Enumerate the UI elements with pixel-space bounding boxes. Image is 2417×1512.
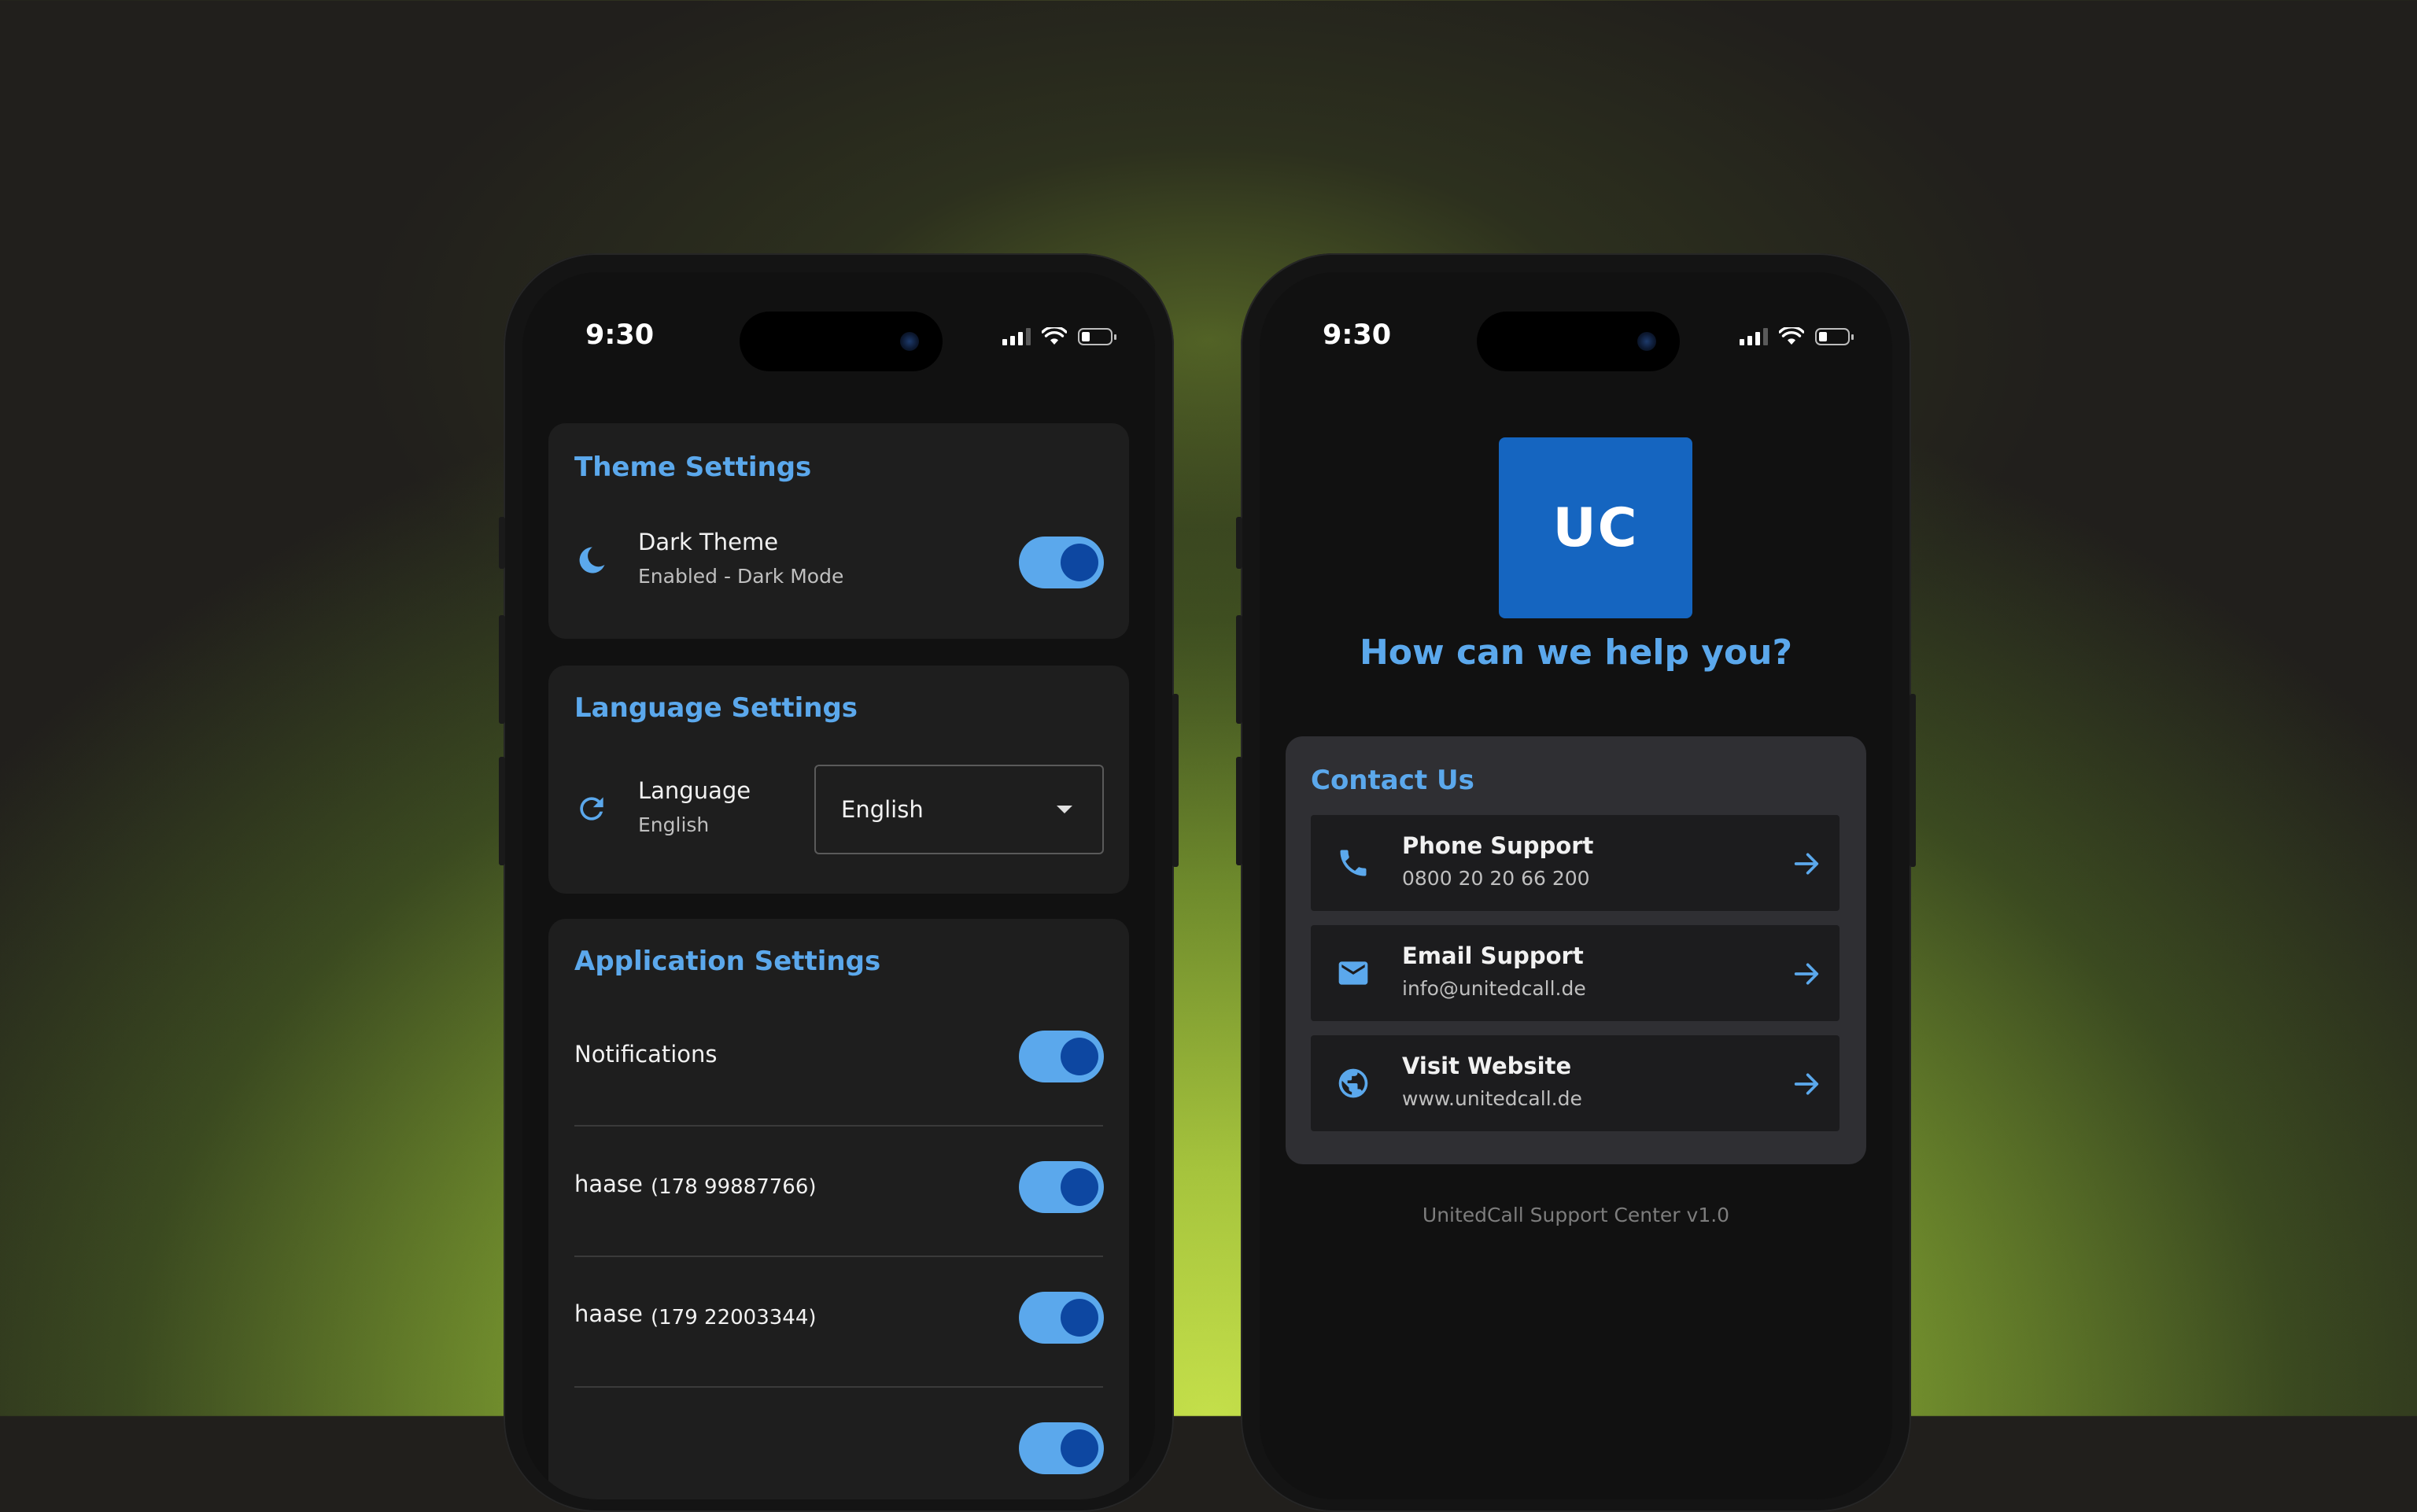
language-settings-card: Language Settings Language English Engli… [548,666,1129,894]
divider [574,1125,1103,1127]
dynamic-island [740,312,943,371]
theme-settings-title: Theme Settings [574,452,812,483]
contact-item-title: Phone Support [1402,832,1594,859]
line-toggle[interactable] [1019,1161,1104,1213]
email-support-item[interactable]: Email Support info@unitedcall.de [1311,925,1840,1021]
dynamic-island [1477,312,1680,371]
divider [574,1386,1103,1388]
side-button [1236,517,1242,569]
camera-icon [1637,332,1656,351]
globe-icon [1338,1068,1368,1098]
arrow-right-icon [1794,853,1819,875]
wifi-icon [1779,327,1804,345]
phone-support-item[interactable]: Phone Support 0800 20 20 66 200 [1311,815,1840,911]
contact-item-subtitle: www.unitedcall.de [1402,1087,1582,1110]
side-button [1236,757,1242,865]
background-glow [0,0,2417,1416]
language-dropdown[interactable]: English [814,765,1104,854]
status-icons [1740,327,1854,346]
mail-icon [1338,961,1368,985]
phone-support: 9:30 UC How can we help you? Contact Us [1236,253,1916,1512]
arrow-right-icon [1794,1073,1819,1095]
status-time: 9:30 [585,319,655,351]
moon-icon [579,547,605,573]
wifi-icon [1042,327,1067,345]
contact-item-subtitle: info@unitedcall.de [1402,977,1586,1000]
line-number: (179 22003344) [651,1306,817,1329]
phone-icon [1340,850,1367,876]
toggle-knob [1061,544,1098,581]
dropdown-arrow-icon [1057,806,1072,813]
dark-theme-sublabel: Enabled - Dark Mode [638,565,844,588]
side-button [499,517,505,569]
power-button [1172,694,1179,867]
language-label: Language [638,777,751,804]
dark-theme-label: Dark Theme [638,529,779,555]
phone-settings: 9:30 Theme Settings Dark Theme Enabled -… [499,253,1179,1512]
application-settings-card: Application Settings Notifications haase… [548,919,1129,1499]
visit-website-item[interactable]: Visit Website www.unitedcall.de [1311,1035,1840,1131]
toggle-knob [1061,1429,1098,1467]
language-dropdown-value: English [841,796,924,823]
divider [574,1256,1103,1257]
unitedcall-logo: UC [1499,437,1692,618]
line-toggle[interactable] [1019,1292,1104,1344]
settings-screen: 9:30 Theme Settings Dark Theme Enabled -… [522,272,1155,1499]
contact-us-card: Contact Us Phone Support 0800 20 20 66 2… [1286,736,1866,1164]
camera-icon [900,332,919,351]
side-button [499,615,505,724]
power-button [1910,694,1916,867]
dark-theme-toggle[interactable] [1019,537,1104,588]
line-name: haase [574,1300,643,1327]
application-settings-title: Application Settings [574,946,881,977]
refresh-icon [580,797,603,821]
help-heading: How can we help you? [1359,632,1793,673]
language-sublabel: English [638,813,710,836]
notifications-label: Notifications [574,1041,718,1068]
side-button [499,757,505,865]
toggle-knob [1061,1038,1098,1075]
contact-item-subtitle: 0800 20 20 66 200 [1402,867,1590,890]
arrow-right-icon [1794,963,1819,985]
notifications-toggle[interactable] [1019,1031,1104,1082]
signal-icon [1740,328,1768,345]
contact-item-title: Email Support [1402,942,1584,969]
toggle-knob [1061,1299,1098,1337]
side-button [1236,615,1242,724]
battery-icon [1815,328,1854,345]
theme-settings-card: Theme Settings Dark Theme Enabled - Dark… [548,423,1129,639]
contact-us-title: Contact Us [1311,765,1474,796]
status-time: 9:30 [1323,319,1392,351]
contact-item-title: Visit Website [1402,1053,1572,1079]
status-icons [1002,327,1116,346]
status-bar: 9:30 [1260,272,1892,371]
footer-version: UnitedCall Support Center v1.0 [1422,1204,1730,1226]
line-number: (178 99887766) [651,1175,817,1199]
line-name: haase [574,1171,643,1197]
language-settings-title: Language Settings [574,692,858,724]
battery-icon [1078,328,1116,345]
status-bar: 9:30 [522,272,1155,371]
line-toggle[interactable] [1019,1422,1104,1474]
support-screen: 9:30 UC How can we help you? Contact Us [1260,272,1892,1499]
toggle-knob [1061,1168,1098,1206]
signal-icon [1002,328,1031,345]
